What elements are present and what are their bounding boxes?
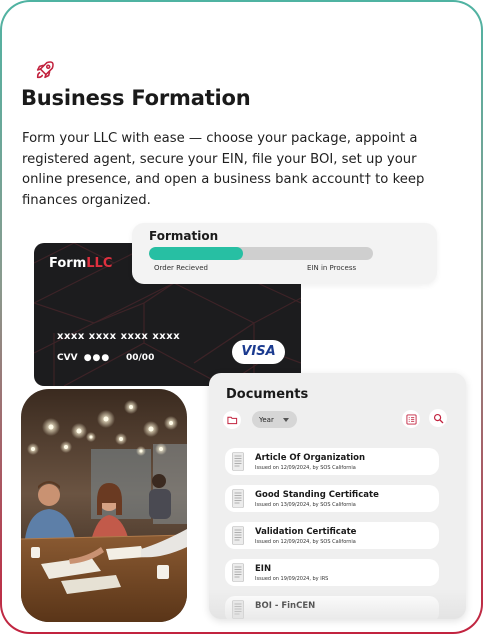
document-name: Validation Certificate [255, 527, 357, 537]
documents-title: Documents [226, 387, 309, 402]
card-brand-llc: LLC [86, 256, 113, 271]
formation-panel: Formation Order Recieved EIN in Process [132, 223, 437, 284]
step-order-received: Order Recieved [154, 264, 208, 272]
list-icon [405, 413, 417, 425]
feature-card: Business Formation Form your LLC with ea… [2, 2, 481, 632]
document-meta: Issued on 13/09/2024, by SOS California [255, 502, 356, 508]
year-filter-select[interactable]: Year [252, 411, 297, 428]
card-brand: FormLLC [49, 256, 112, 271]
card-frame: Business Formation Form your LLC with ea… [0, 0, 483, 634]
step-ein-process: EIN in Process [307, 264, 357, 272]
document-icon [232, 526, 244, 545]
document-item[interactable]: Validation Certificate Issued on 12/09/20… [225, 522, 439, 549]
search-button[interactable] [429, 409, 447, 427]
formation-progress-bar [149, 247, 373, 260]
card-cvv-label: CVV [57, 353, 78, 363]
card-number: xxxx xxxx xxxx xxxx [57, 331, 181, 342]
list-view-button[interactable] [402, 410, 420, 428]
year-filter-label: Year [259, 415, 274, 424]
rocket-icon [36, 61, 54, 79]
document-name: Article Of Organization [255, 453, 366, 463]
visa-logo: VISA [232, 340, 285, 364]
document-item[interactable]: Good Standing Certificate Issued on 13/09… [225, 485, 439, 512]
card-brand-form: Form [49, 256, 87, 271]
formation-title: Formation [149, 229, 219, 243]
folder-icon [226, 416, 237, 425]
team-meeting-photo [21, 389, 187, 622]
card-cvv: CVV ●●● [57, 353, 110, 363]
document-name: BOI - FinCEN [255, 601, 316, 611]
folder-button[interactable] [223, 411, 241, 429]
document-icon [232, 600, 244, 619]
search-icon [433, 413, 443, 423]
document-meta: Issued on 12/09/2024, by SOS California [255, 539, 356, 545]
document-name: EIN [255, 564, 272, 574]
document-meta: Issued on 12/09/2024, by SOS California [255, 465, 356, 471]
formation-progress-fill [149, 247, 244, 260]
document-icon [232, 489, 244, 508]
document-name: Good Standing Certificate [255, 490, 379, 500]
document-icon [232, 563, 244, 582]
document-item[interactable]: BOI - FinCEN [225, 596, 439, 619]
card-expiry: 00/00 [126, 353, 155, 363]
page-description: Form your LLC with ease — choose your pa… [22, 131, 425, 208]
document-item[interactable]: Article Of Organization Issued on 12/09/2… [225, 448, 439, 475]
document-meta: Issued on 19/09/2024, by IRS [255, 576, 329, 582]
documents-panel: Documents Year Article Of Organization I… [209, 373, 466, 619]
card-cvv-dots: ●●● [83, 353, 111, 363]
page-title: Business Formation [21, 86, 251, 110]
chevron-down-icon [283, 418, 289, 422]
document-icon [232, 452, 244, 471]
document-item[interactable]: EIN Issued on 19/09/2024, by IRS [225, 559, 439, 586]
